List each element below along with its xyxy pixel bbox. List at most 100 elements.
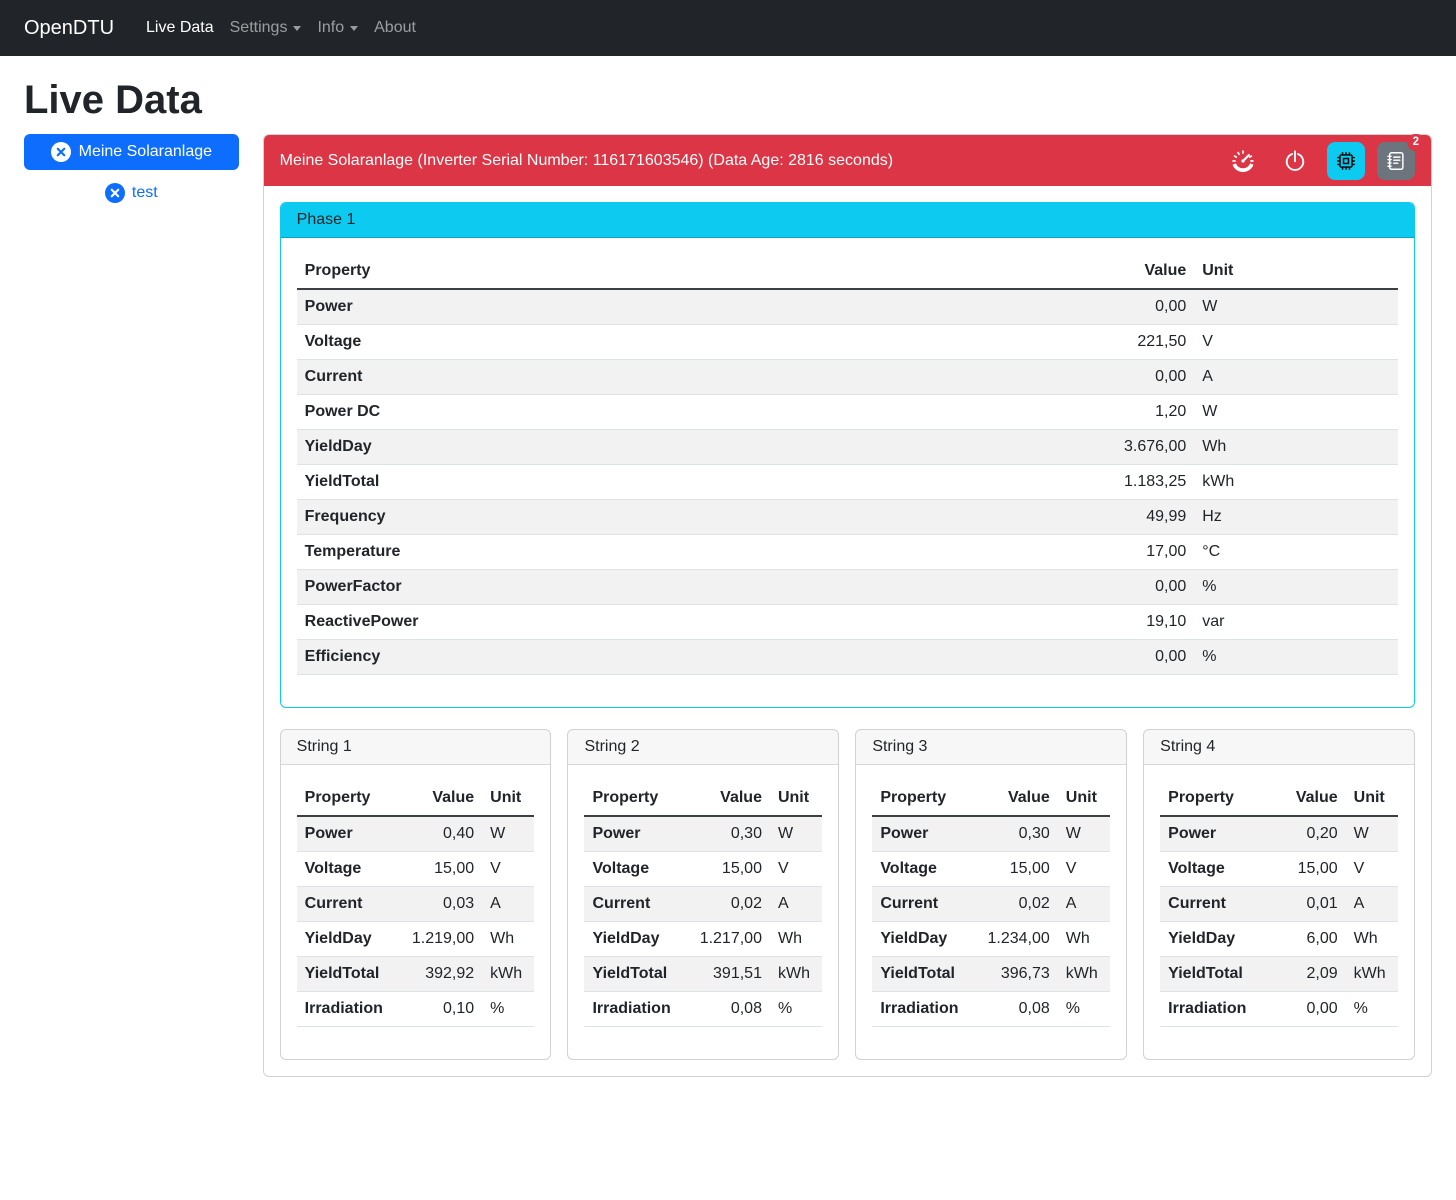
table-row: Voltage15,00V (297, 852, 535, 887)
phase-card-body: Property Value Unit Power0,00WVoltage221… (281, 238, 1414, 707)
property-cell: YieldDay (297, 430, 1051, 465)
inverter-header-actions: 2 (1229, 142, 1415, 180)
cpu-icon (1335, 150, 1357, 172)
column-header-value: Value (1051, 254, 1194, 289)
nav-item-label: Info (317, 19, 344, 37)
main-nav: Live Data Settings Info About (138, 11, 424, 45)
navbar: OpenDTU Live Data Settings Info About (0, 0, 1456, 56)
column-header-value: Value (967, 781, 1057, 816)
value-cell: 391,51 (680, 957, 770, 992)
table-row: Voltage221,50V (297, 325, 1398, 360)
value-cell: 0,01 (1255, 887, 1345, 922)
phase-card: Phase 1 Property Value Unit (280, 202, 1415, 708)
phase-card-title: Phase 1 (281, 203, 1414, 238)
value-cell: 1.219,00 (392, 922, 482, 957)
column-header-property: Property (297, 781, 392, 816)
unit-cell: % (1194, 570, 1398, 605)
unit-cell: % (1346, 992, 1398, 1027)
device-info-button[interactable] (1327, 142, 1365, 180)
property-cell: Irradiation (297, 992, 392, 1027)
column-header-value: Value (680, 781, 770, 816)
value-cell: 0,20 (1255, 816, 1345, 852)
sidebar-item-meine-solaranlage[interactable]: Meine Solaranlage (24, 134, 239, 170)
unit-cell: Wh (482, 922, 534, 957)
table-row: Power0,20W (1160, 816, 1398, 852)
column-header-unit: Unit (1058, 781, 1110, 816)
string-card-title: String 2 (568, 730, 838, 765)
property-cell: Irradiation (584, 992, 679, 1027)
x-circle-icon (51, 142, 71, 162)
nav-item-info[interactable]: Info (309, 11, 366, 45)
column-header-value: Value (392, 781, 482, 816)
nav-item-live-data[interactable]: Live Data (138, 11, 222, 45)
value-cell: 0,00 (1051, 360, 1194, 395)
unit-cell: kWh (482, 957, 534, 992)
sidebar-item-test[interactable]: test (24, 183, 239, 203)
value-cell: 1,20 (1051, 395, 1194, 430)
property-cell: Temperature (297, 535, 1051, 570)
power-control-button[interactable] (1282, 148, 1308, 174)
table-row: Efficiency0,00% (297, 640, 1398, 675)
chevron-down-icon (293, 26, 301, 31)
property-cell: Power (297, 816, 392, 852)
value-cell: 1.183,25 (1051, 465, 1194, 500)
table-header-row: Property Value Unit (872, 781, 1110, 816)
table-row: Voltage15,00V (584, 852, 822, 887)
string-card-title: String 4 (1144, 730, 1414, 765)
sidebar-item-label: test (132, 184, 158, 202)
page-title: Live Data (24, 76, 1432, 124)
value-cell: 3.676,00 (1051, 430, 1194, 465)
unit-cell: W (1058, 816, 1110, 852)
string-card-title: String 3 (856, 730, 1126, 765)
property-cell: Power (1160, 816, 1255, 852)
value-cell: 221,50 (1051, 325, 1194, 360)
table-row: Voltage15,00V (1160, 852, 1398, 887)
value-cell: 1.234,00 (967, 922, 1057, 957)
value-cell: 0,08 (680, 992, 770, 1027)
nav-item-settings[interactable]: Settings (222, 11, 310, 45)
table-row: Irradiation0,08% (872, 992, 1110, 1027)
event-log-button[interactable]: 2 (1377, 142, 1415, 180)
table-row: YieldDay1.219,00Wh (297, 922, 535, 957)
table-header-row: Property Value Unit (297, 254, 1398, 289)
string-table: Property Value Unit Power0,20WVoltage15,… (1160, 781, 1398, 1027)
phase-table: Property Value Unit Power0,00WVoltage221… (297, 254, 1398, 675)
unit-cell: W (1194, 289, 1398, 325)
nav-item-label: About (374, 19, 416, 37)
unit-cell: kWh (1194, 465, 1398, 500)
unit-cell: % (482, 992, 534, 1027)
property-cell: Irradiation (872, 992, 967, 1027)
value-cell: 0,00 (1051, 289, 1194, 325)
unit-cell: % (770, 992, 822, 1027)
property-cell: PowerFactor (297, 570, 1051, 605)
property-cell: Power (872, 816, 967, 852)
nav-item-about[interactable]: About (366, 11, 424, 45)
value-cell: 0,30 (680, 816, 770, 852)
value-cell: 0,10 (392, 992, 482, 1027)
string-table: Property Value Unit Power0,40WVoltage15,… (297, 781, 535, 1027)
table-row: Power0,30W (584, 816, 822, 852)
value-cell: 6,00 (1255, 922, 1345, 957)
brand-logo[interactable]: OpenDTU (12, 13, 126, 44)
property-cell: YieldTotal (872, 957, 967, 992)
value-cell: 19,10 (1051, 605, 1194, 640)
table-row: YieldTotal396,73kWh (872, 957, 1110, 992)
property-cell: Voltage (297, 852, 392, 887)
unit-cell: var (1194, 605, 1398, 640)
column-header-unit: Unit (1346, 781, 1398, 816)
unit-cell: Wh (1058, 922, 1110, 957)
inverter-sidebar: Meine Solaranlage test (12, 134, 251, 203)
property-cell: YieldTotal (1160, 957, 1255, 992)
column-header-unit: Unit (1194, 254, 1398, 289)
table-row: Current0,03A (297, 887, 535, 922)
column-header-property: Property (297, 254, 1051, 289)
value-cell: 0,00 (1051, 640, 1194, 675)
string-card-body: Property Value Unit Power0,40WVoltage15,… (281, 765, 551, 1059)
unit-cell: % (1194, 640, 1398, 675)
value-cell: 15,00 (680, 852, 770, 887)
inverter-card-header: Meine Solaranlage (Inverter Serial Numbe… (264, 135, 1431, 186)
value-cell: 0,00 (1051, 570, 1194, 605)
inverter-card: Meine Solaranlage (Inverter Serial Numbe… (263, 134, 1432, 1077)
unit-cell: W (770, 816, 822, 852)
limit-settings-button[interactable] (1229, 147, 1257, 175)
